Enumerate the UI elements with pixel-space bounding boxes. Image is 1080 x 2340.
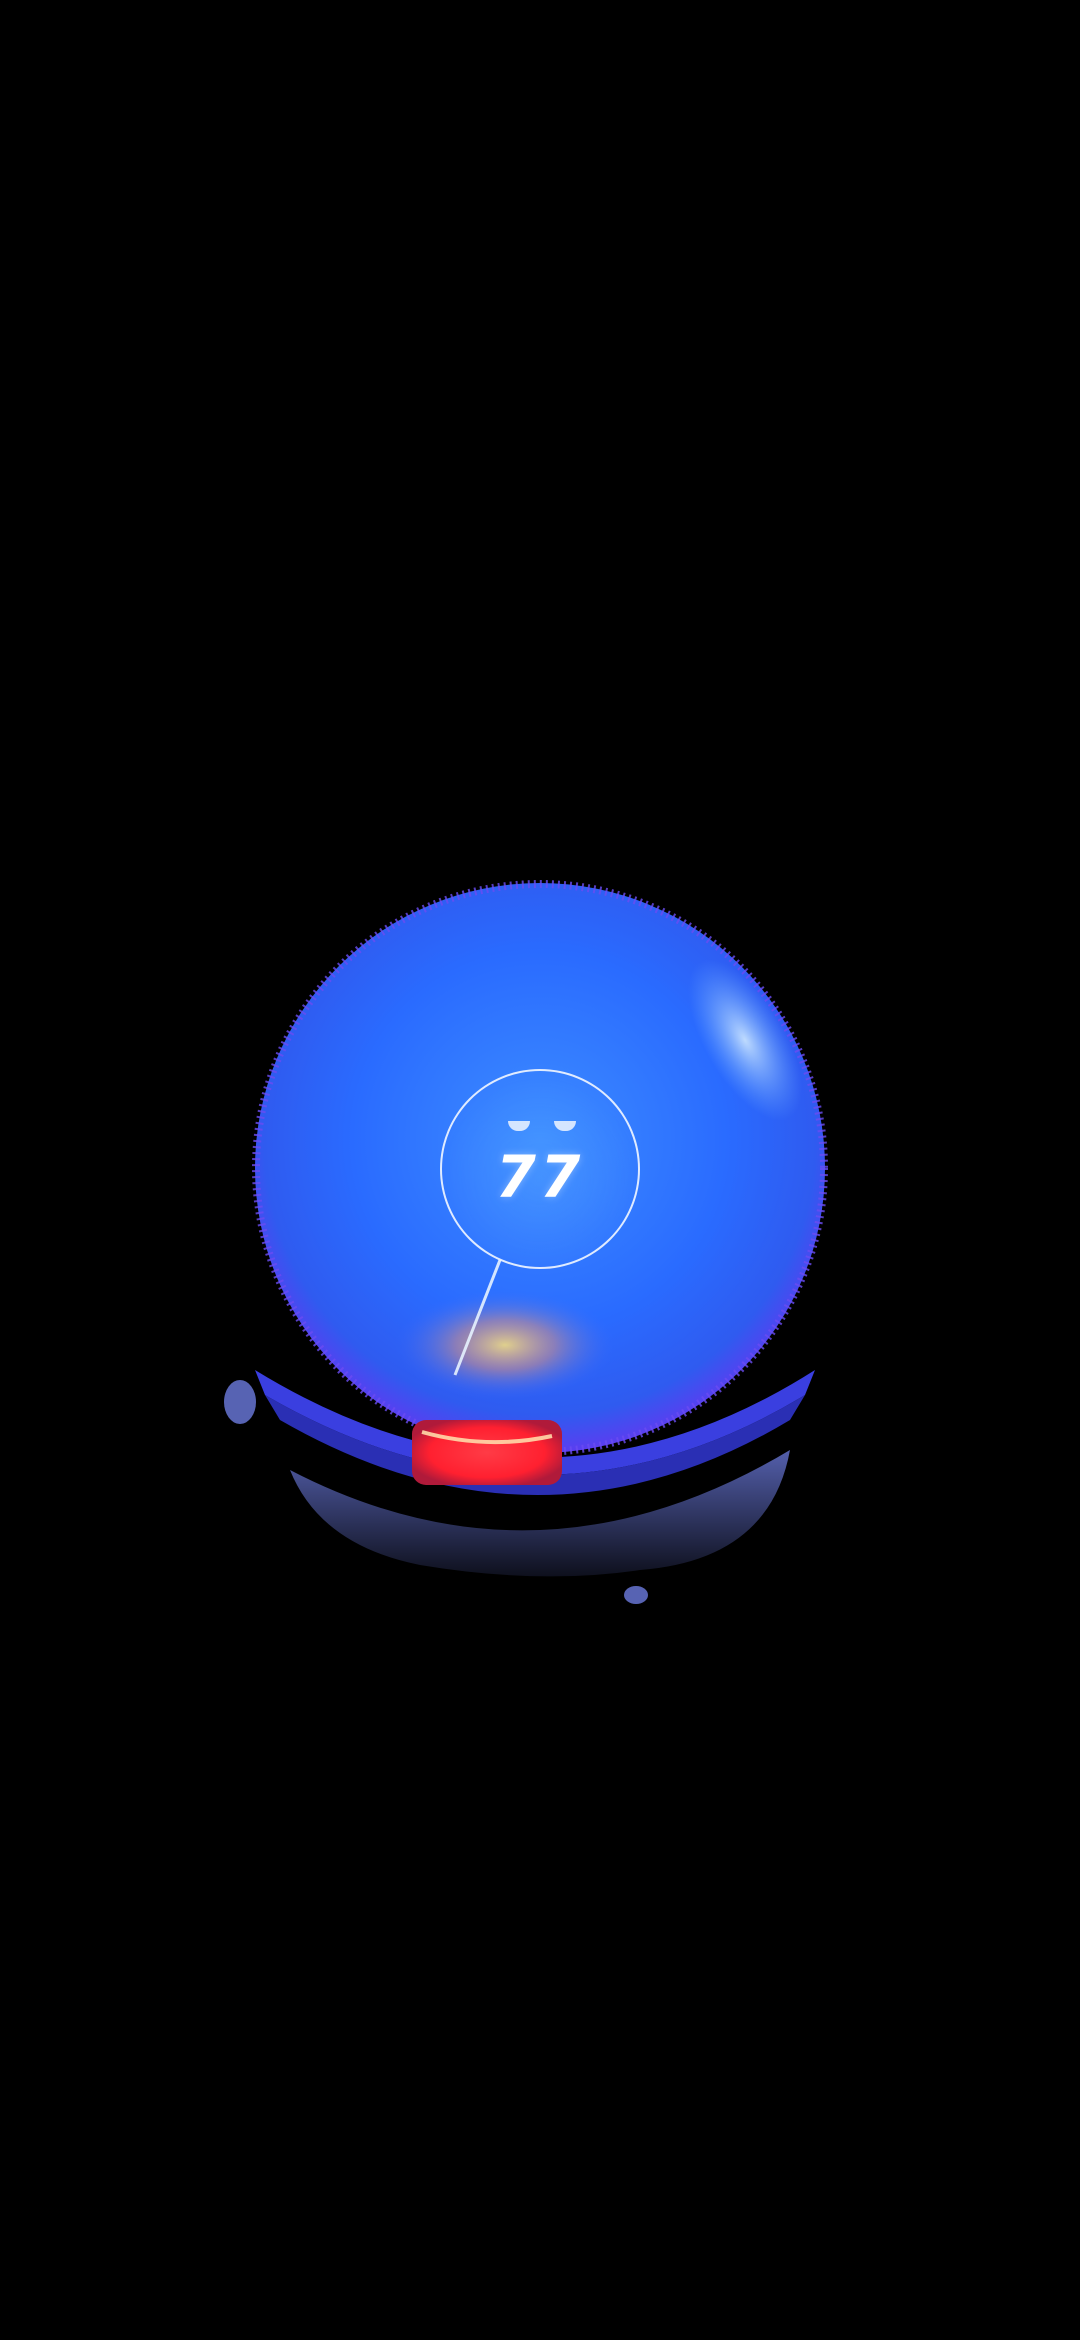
- red-pedestal: [412, 1420, 562, 1485]
- closed-eyes-icon: [554, 1121, 576, 1131]
- orb-inner-glow: [395, 1290, 615, 1400]
- screen: 77: [0, 0, 1080, 2340]
- orb-face-ring[interactable]: 77: [440, 1069, 640, 1269]
- orb-scene[interactable]: 77: [0, 0, 1080, 2340]
- score-value: 77: [495, 1143, 585, 1211]
- closed-eyes-icon: [508, 1121, 530, 1131]
- reflection-splash-bottom: [624, 1586, 648, 1604]
- reflection-splash-left: [224, 1380, 256, 1424]
